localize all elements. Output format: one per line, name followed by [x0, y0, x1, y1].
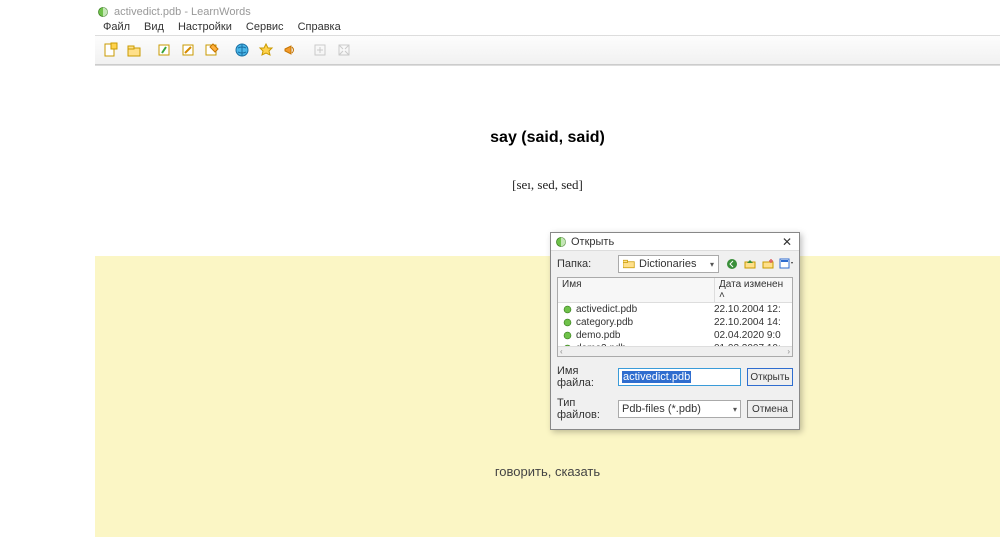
globe-icon — [234, 42, 250, 58]
filename-input[interactable]: activedict.pdb — [618, 368, 741, 386]
fit-button[interactable] — [333, 39, 355, 61]
dialog-titlebar[interactable]: Открыть ✕ — [551, 233, 799, 251]
new-file-button[interactable] — [99, 39, 121, 61]
new-folder-icon — [762, 258, 774, 270]
file-row[interactable]: activedict.pdb 22.10.2004 12: — [558, 303, 792, 316]
word-panel: say (said, said) [seı, sed, sed] — [95, 66, 1000, 256]
open-file-button[interactable] — [123, 39, 145, 61]
stretch-icon — [312, 42, 328, 58]
app-icon — [555, 236, 567, 248]
filetype-label: Тип файлов: — [557, 397, 612, 421]
file-row[interactable]: category.pdb 22.10.2004 14: — [558, 316, 792, 329]
chevron-down-icon: ▾ — [710, 260, 714, 269]
announce-button[interactable] — [279, 39, 301, 61]
window-title: activedict.pdb - LearnWords — [114, 6, 251, 18]
menu-service[interactable]: Сервис — [240, 20, 290, 34]
folder-icon — [623, 259, 635, 269]
title-bar: activedict.pdb - LearnWords — [95, 5, 1000, 19]
folder-label: Папка: — [557, 258, 612, 270]
new-folder-button[interactable] — [761, 257, 775, 271]
views-button[interactable] — [779, 257, 793, 271]
toolbar — [95, 35, 1000, 65]
filename-label: Имя файла: — [557, 365, 612, 389]
dialog-title: Открыть — [571, 236, 779, 248]
dialog-nav — [725, 257, 793, 271]
col-date[interactable]: Дата изменен ˄ — [714, 278, 792, 302]
file-list[interactable]: Имя Дата изменен ˄ activedict.pdb 22.10.… — [557, 277, 793, 357]
col-name[interactable]: Имя — [558, 278, 714, 302]
content-area: say (said, said) [seı, sed, sed] говорит… — [95, 65, 1000, 537]
back-button[interactable] — [725, 257, 739, 271]
file-icon — [562, 317, 573, 328]
compose-icon — [204, 42, 220, 58]
open-dialog: Открыть ✕ Папка: Dictionaries ▾ Имя Дата… — [550, 232, 800, 430]
up-button[interactable] — [743, 257, 757, 271]
chevron-down-icon: ▾ — [733, 405, 737, 414]
refresh-icon — [156, 42, 172, 58]
transcription: [seı, sed, sed] — [512, 177, 583, 193]
open-button[interactable]: Открыть — [747, 368, 793, 386]
filetype-combo[interactable]: Pdb-files (*.pdb) ▾ — [618, 400, 741, 418]
translation-panel: говорить, сказать — [95, 256, 1000, 537]
stretch-button[interactable] — [309, 39, 331, 61]
refresh-button[interactable] — [153, 39, 175, 61]
edit-icon — [180, 42, 196, 58]
views-icon — [779, 258, 793, 270]
headword: say (said, said) — [490, 129, 605, 147]
menu-bar: Файл Вид Настройки Сервис Справка — [95, 19, 1000, 35]
folder-value: Dictionaries — [639, 258, 696, 270]
file-list-header[interactable]: Имя Дата изменен ˄ — [558, 278, 792, 303]
folder-up-icon — [744, 258, 756, 270]
globe-button[interactable] — [231, 39, 253, 61]
fit-icon — [336, 42, 352, 58]
back-icon — [726, 258, 738, 270]
menu-view[interactable]: Вид — [138, 20, 170, 34]
app-icon — [97, 6, 109, 18]
megaphone-icon — [282, 42, 298, 58]
file-icon — [562, 330, 573, 341]
edit-button[interactable] — [177, 39, 199, 61]
folder-combo[interactable]: Dictionaries ▾ — [618, 255, 719, 273]
file-icon — [562, 356, 573, 357]
menu-help[interactable]: Справка — [292, 20, 347, 34]
h-scrollbar[interactable]: ‹› — [558, 346, 792, 356]
favorite-button[interactable] — [255, 39, 277, 61]
open-file-icon — [126, 42, 142, 58]
cancel-button[interactable]: Отмена — [747, 400, 793, 418]
main-window: activedict.pdb - LearnWords Файл Вид Нас… — [95, 5, 1000, 537]
menu-settings[interactable]: Настройки — [172, 20, 238, 34]
new-file-icon — [102, 42, 118, 58]
star-icon — [258, 42, 274, 58]
file-row[interactable]: demo.pdb 02.04.2020 9:0 — [558, 329, 792, 342]
translation: говорить, сказать — [495, 464, 600, 479]
close-button[interactable]: ✕ — [779, 235, 795, 249]
file-icon — [562, 304, 573, 315]
menu-file[interactable]: Файл — [97, 20, 136, 34]
compose-button[interactable] — [201, 39, 223, 61]
